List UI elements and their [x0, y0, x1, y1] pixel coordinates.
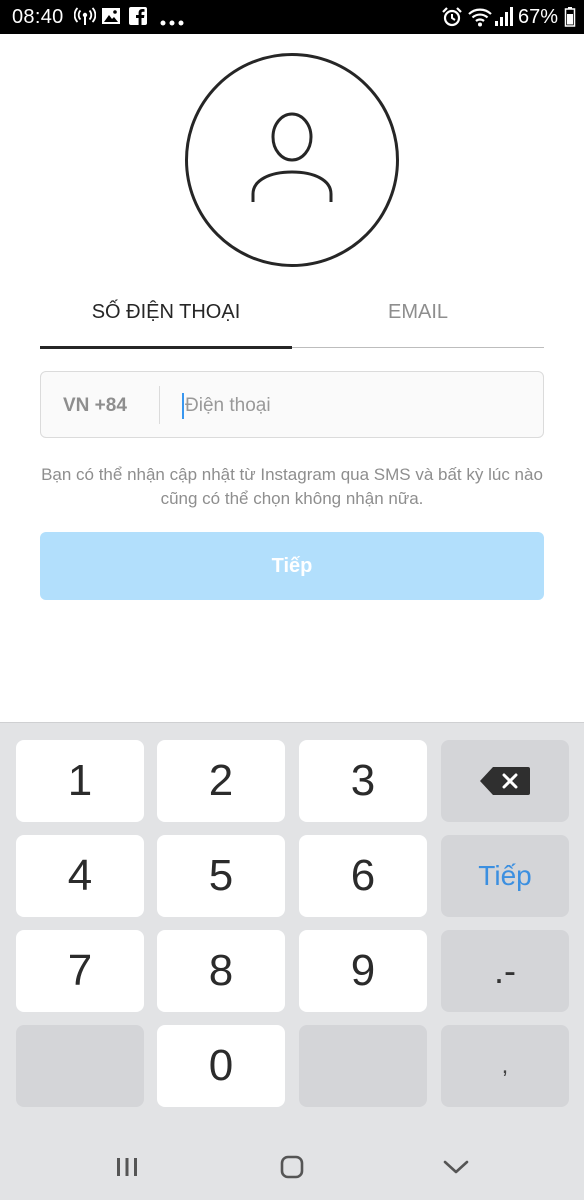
key-5[interactable]: 5: [157, 835, 285, 917]
text-caret: [182, 393, 184, 419]
profile-avatar[interactable]: [185, 53, 399, 267]
status-time: 08:40: [12, 6, 64, 28]
key-4[interactable]: 4: [16, 835, 144, 917]
recents-button[interactable]: [97, 1143, 157, 1191]
phone-input[interactable]: [185, 391, 525, 421]
facebook-icon: [128, 6, 148, 31]
tab-email[interactable]: EMAIL: [292, 296, 544, 328]
home-button[interactable]: [262, 1143, 322, 1191]
next-button[interactable]: Tiếp: [40, 532, 544, 600]
tab-active-indicator: [40, 346, 292, 349]
field-divider: [159, 386, 160, 424]
key-6[interactable]: 6: [299, 835, 427, 917]
country-code-selector[interactable]: VN +84: [63, 394, 127, 418]
image-icon: [101, 6, 121, 31]
wifi-icon: [467, 6, 493, 33]
key-2[interactable]: 2: [157, 740, 285, 822]
home-icon: [280, 1155, 304, 1179]
key-7[interactable]: 7: [16, 930, 144, 1012]
key-9[interactable]: 9: [299, 930, 427, 1012]
punctuation-key[interactable]: .-: [441, 930, 569, 1012]
key-1[interactable]: 1: [16, 740, 144, 822]
hotspot-icon: [73, 6, 97, 33]
alarm-icon: [441, 6, 463, 33]
signal-icon: [494, 6, 514, 33]
more-dots-icon: [160, 13, 184, 31]
user-icon: [251, 112, 333, 202]
key-3[interactable]: 3: [299, 740, 427, 822]
tab-phone[interactable]: SỐ ĐIỆN THOẠI: [40, 296, 292, 328]
battery-percent: 67%: [518, 6, 559, 28]
next-key[interactable]: Tiếp: [441, 835, 569, 917]
recents-icon: [117, 1158, 137, 1176]
numeric-keyboard: 1 2 3 4 5 6 Tiếp 7 8 9 .- 0 ,: [0, 722, 584, 1200]
key-0[interactable]: 0: [157, 1025, 285, 1107]
key-8[interactable]: 8: [157, 930, 285, 1012]
sms-info-text: Bạn có thể nhận cập nhật từ Instagram qu…: [41, 465, 543, 508]
empty-key[interactable]: [16, 1025, 144, 1107]
backspace-key[interactable]: [441, 740, 569, 822]
battery-icon: [564, 6, 576, 33]
status-bar: 08:40 67%: [0, 0, 584, 34]
back-button[interactable]: [426, 1143, 486, 1191]
blank-key[interactable]: [299, 1025, 427, 1107]
back-icon: [443, 1160, 469, 1174]
comma-key[interactable]: ,: [441, 1025, 569, 1107]
backspace-icon: [480, 767, 530, 795]
phone-field: VN +84: [40, 371, 544, 438]
